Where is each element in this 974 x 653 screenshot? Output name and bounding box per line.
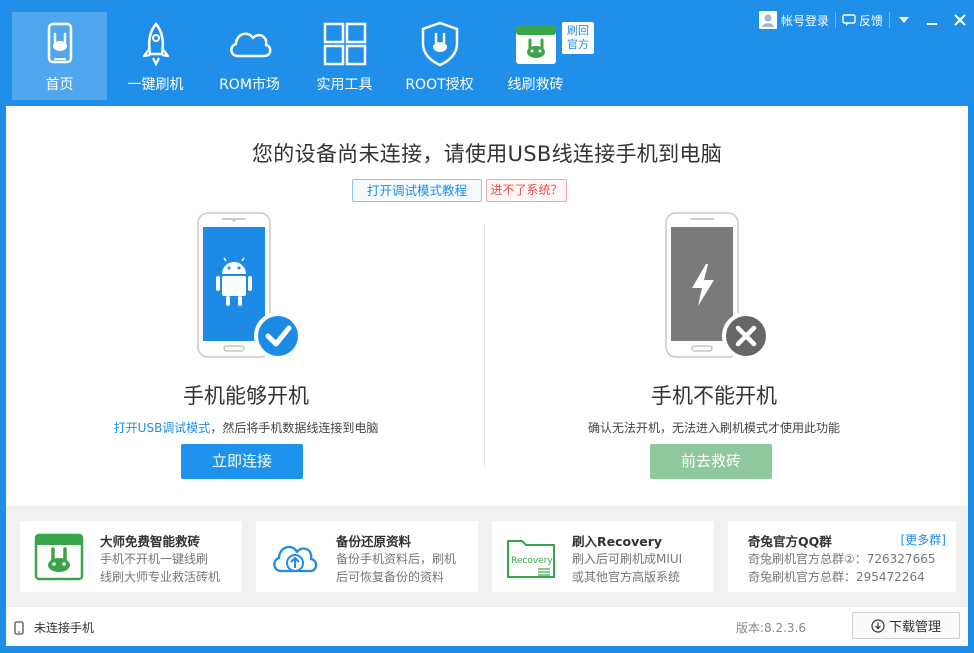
rescue-rabbit-icon <box>34 533 84 581</box>
cannot-boot-button[interactable]: 进不了系统？ <box>486 179 567 202</box>
close-icon <box>954 14 966 26</box>
enable-usb-debug-link[interactable]: 打开USB调试模式 <box>114 421 211 435</box>
android-phone-connected-icon <box>197 212 302 360</box>
bricked-phone-icon <box>665 212 770 360</box>
nav-rom-market[interactable]: ROM市场 <box>202 12 297 100</box>
rocket-icon <box>142 22 169 67</box>
connection-panel: 您的设备尚未连接，请使用USB线连接手机到电脑 打开调试模式教程 进不了系统？ <box>6 106 968 506</box>
download-icon <box>871 618 885 633</box>
minimize-icon <box>927 23 937 25</box>
nav-root-auth[interactable]: ROOT授权 <box>392 12 487 100</box>
chevron-down-icon <box>899 17 909 23</box>
can-boot-description: 打开USB调试模式，然后将手机数据线连接到电脑 <box>113 421 379 435</box>
user-avatar-icon <box>758 11 777 29</box>
login-label: 帐号登录 <box>780 13 829 28</box>
card-flash-recovery[interactable]: Recovery 刷入Recovery 刷入后可刷机成MIUI 或其他官方高版系… <box>492 521 714 592</box>
version-label: 版本:8.2.3.6 <box>735 621 806 635</box>
nav-label: ROOT授权 <box>405 77 474 93</box>
more-groups-link[interactable]: [更多群] <box>901 531 946 548</box>
window-controls: 帐号登录 反馈 <box>753 8 974 32</box>
grid-icon <box>323 22 366 66</box>
top-navigation-bar: 首页 一键刷机 ROM市场 实用工具 ROOT授权 线刷救砖 刷回 官方 帐号登… <box>0 0 974 106</box>
go-rescue-button[interactable]: 前去救砖 <box>650 444 772 479</box>
cloud-icon <box>229 32 271 58</box>
nav-label: ROM市场 <box>219 77 280 93</box>
can-boot-title: 手机能够开机 <box>183 384 309 408</box>
restore-official-badge: 刷回 官方 <box>562 22 594 54</box>
feedback-button[interactable]: 反馈 <box>836 8 889 32</box>
nav-label: 线刷救砖 <box>507 77 564 93</box>
device-status: 未连接手机 <box>14 619 94 636</box>
close-button[interactable] <box>946 8 974 32</box>
minimize-button[interactable] <box>918 8 946 32</box>
nav-label: 实用工具 <box>316 77 373 93</box>
phone-rabbit-icon <box>47 22 72 64</box>
feedback-label: 反馈 <box>858 13 883 28</box>
cloud-upload-icon <box>273 545 318 573</box>
cannot-boot-title: 手机不能开机 <box>651 384 777 408</box>
recovery-folder-icon: Recovery <box>507 540 555 578</box>
svg-text:Recovery: Recovery <box>511 556 553 566</box>
card-smart-rescue[interactable]: 大师免费智能救砖 手机不开机一键线刷 线刷大师专业救活砖机 <box>20 521 242 592</box>
connection-headline: 您的设备尚未连接，请使用USB线连接手机到电脑 <box>251 142 722 166</box>
chat-bubble-icon <box>842 14 856 26</box>
nav-label: 首页 <box>45 77 74 93</box>
nav-one-click-flash[interactable]: 一键刷机 <box>108 12 203 100</box>
nav-utilities[interactable]: 实用工具 <box>297 12 392 100</box>
login-button[interactable]: 帐号登录 <box>753 8 835 32</box>
status-bar: 未连接手机 版本:8.2.3.6 下载管理 <box>6 606 968 646</box>
menu-dropdown-button[interactable] <box>890 8 918 32</box>
nav-home[interactable]: 首页 <box>12 12 107 100</box>
download-manager-button[interactable]: 下载管理 <box>852 612 960 639</box>
shield-rabbit-icon <box>421 21 458 67</box>
debug-tutorial-button[interactable]: 打开调试模式教程 <box>352 179 482 202</box>
connect-now-button[interactable]: 立即连接 <box>181 444 303 479</box>
card-backup-restore[interactable]: 备份还原资料 备份手机资料后，刷机 后可恢复备份的资料 <box>256 521 478 592</box>
rescue-rabbit-icon <box>515 26 556 64</box>
feature-cards: 大师免费智能救砖 手机不开机一键线刷 线刷大师专业救活砖机 备份还原资料 备份手… <box>6 506 968 606</box>
app-window: 首页 一键刷机 ROM市场 实用工具 ROOT授权 线刷救砖 刷回 官方 帐号登… <box>0 0 974 653</box>
card-qq-group: 奇兔官方QQ群 [更多群] 奇兔刷机官方总群②：726327665 奇兔刷机官方… <box>728 521 956 592</box>
phone-icon <box>14 620 24 635</box>
nav-label: 一键刷机 <box>127 77 184 93</box>
cannot-boot-description: 确认无法开机，无法进入刷机模式才使用此功能 <box>587 421 840 435</box>
column-divider <box>484 224 485 467</box>
